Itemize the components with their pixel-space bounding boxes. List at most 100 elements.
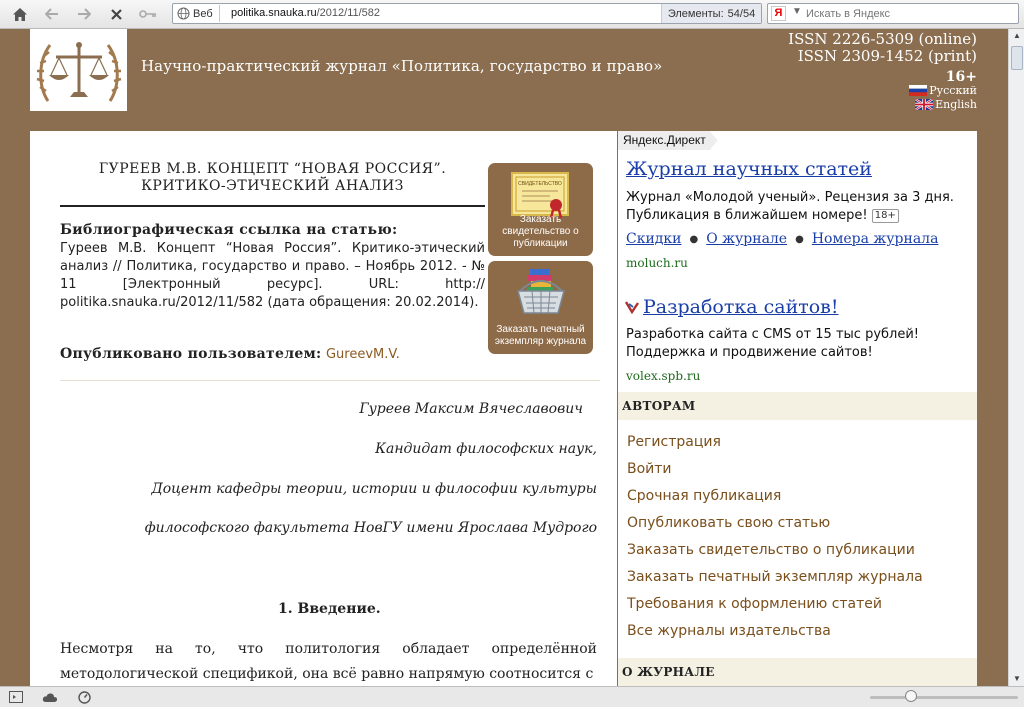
- ad-2-text: Разработка сайта с CMS от 15 тыс рублей!…: [626, 327, 920, 360]
- browser-status-bar: [0, 686, 1024, 707]
- home-icon: [13, 7, 27, 21]
- order-print-copy-label: Заказать печатный экземпляр журнала: [494, 324, 587, 347]
- ad-1-age-badge: 18+: [871, 208, 899, 223]
- chevron-down-icon[interactable]: ▼: [792, 6, 802, 17]
- scales-of-justice-icon: [36, 42, 121, 102]
- ad-favicon-icon: [624, 301, 639, 314]
- address-web-indicator[interactable]: Веб: [177, 5, 220, 22]
- title-divider: [60, 205, 485, 207]
- search-input[interactable]: [806, 5, 1011, 22]
- issn-block: ISSN 2226-5309 (online) ISSN 2309-1452 (…: [788, 31, 977, 65]
- ad-2-title-link[interactable]: Разработка сайтов!: [643, 296, 839, 318]
- author-degree: Кандидат философских наук,: [375, 441, 597, 457]
- introduction-paragraph: Несмотря на то, что политология обладает…: [60, 641, 597, 682]
- zoom-slider-track[interactable]: [870, 696, 1018, 699]
- menu-item-all-journals[interactable]: Все журналы издательства: [627, 623, 831, 639]
- authors-menu: Регистрация Войти Срочная публикация Опу…: [618, 420, 977, 658]
- scroll-up-arrow-icon[interactable]: ▲: [1009, 29, 1024, 43]
- published-by-user-link[interactable]: GureevM.V.: [326, 347, 400, 362]
- published-by-label: Опубликовано пользователем:: [60, 346, 322, 362]
- published-by: Опубликовано пользователем: GureevM.V.: [60, 346, 400, 362]
- ad-1-sitelinks: Скидки ● О журнале ● Номера журнала: [626, 231, 938, 247]
- ad-1-domain[interactable]: moluch.ru: [626, 256, 688, 270]
- vertical-scrollbar[interactable]: ▲ ▼: [1008, 29, 1024, 686]
- yandex-direct-ads: Яндекс.Директ Журнал научных статей Журн…: [618, 131, 977, 392]
- ad-1-text: Журнал «Молодой ученый». Рецензия за 3 д…: [626, 189, 966, 225]
- menu-item-order-print-copy[interactable]: Заказать печатный экземпляр журнала: [627, 569, 923, 585]
- back-arrow-icon: [45, 8, 58, 20]
- ad-1-sitelink-issues[interactable]: Номера журнала: [812, 231, 939, 247]
- elements-counter[interactable]: Элементы: 54/54: [661, 4, 761, 23]
- about-journal-section-header: О ЖУРНАЛЕ: [618, 658, 977, 686]
- url-text[interactable]: politika.snauka.ru/2012/11/582: [231, 7, 380, 19]
- order-certificate-button[interactable]: СВИДЕТЕЛЬСТВО Заказать свидетельство о п…: [488, 163, 593, 256]
- key-button[interactable]: [136, 3, 160, 25]
- address-bar[interactable]: Веб politika.snauka.ru/2012/11/582 Элеме…: [172, 3, 762, 24]
- site-logo[interactable]: [30, 29, 127, 111]
- ad-1-sitelink-discounts[interactable]: Скидки: [626, 231, 682, 247]
- shopping-basket-icon: [517, 269, 565, 314]
- menu-item-order-certificate[interactable]: Заказать свидетельство о публикации: [627, 542, 915, 558]
- key-icon: [139, 10, 156, 18]
- ad-2-domain[interactable]: volex.spb.ru: [626, 369, 700, 383]
- cloud-sync-button[interactable]: [42, 690, 58, 704]
- issn-online: ISSN 2226-5309 (online): [788, 30, 977, 48]
- author-name: Гуреев Максим Вячеславович: [359, 401, 583, 417]
- panel-toggle-button[interactable]: [8, 690, 24, 704]
- bullet-separator: ●: [795, 233, 804, 245]
- bibliography-label: Библиографическая ссылка на статью:: [60, 222, 398, 238]
- speed-dial-button[interactable]: [76, 690, 92, 704]
- yandex-search-box[interactable]: Я ▼: [767, 3, 1019, 24]
- site-title[interactable]: Научно-практический журнал «Политика, го…: [141, 57, 662, 75]
- authors-section-header: АВТОРАМ: [618, 392, 977, 420]
- menu-item-register[interactable]: Регистрация: [627, 434, 721, 450]
- author-faculty: философского факультета НовГУ имени Ярос…: [144, 520, 597, 536]
- forward-button[interactable]: [72, 3, 96, 25]
- forward-arrow-icon: [78, 8, 91, 20]
- scrollbar-thumb[interactable]: [1011, 46, 1023, 70]
- home-button[interactable]: [8, 3, 32, 25]
- ad-1-title-link[interactable]: Журнал научных статей: [626, 158, 872, 180]
- cloud-icon: [42, 692, 58, 702]
- ad-1-description: Журнал «Молодой ученый». Рецензия за 3 д…: [626, 190, 954, 223]
- order-print-copy-button[interactable]: Заказать печатный экземпляр журнала: [488, 261, 593, 354]
- address-web-label: Веб: [193, 7, 213, 20]
- bullet-separator: ●: [689, 233, 699, 245]
- author-position: Доцент кафедры теории, истории и философ…: [151, 481, 597, 497]
- menu-item-urgent-publication[interactable]: Срочная публикация: [627, 488, 781, 504]
- certificate-icon-text: СВИДЕТЕЛЬСТВО: [518, 181, 562, 187]
- ad-1-sitelink-about[interactable]: О журнале: [706, 231, 787, 247]
- panel-icon: [9, 691, 23, 703]
- menu-item-publish-article[interactable]: Опубликовать свою статью: [627, 515, 830, 531]
- scroll-down-arrow-icon[interactable]: ▼: [1009, 672, 1024, 686]
- back-button[interactable]: [40, 3, 64, 25]
- section-heading-introduction: 1. Введение.: [278, 601, 381, 617]
- language-english-link[interactable]: English: [915, 98, 977, 111]
- zoom-slider-handle[interactable]: [905, 690, 917, 702]
- browser-toolbar: Веб politika.snauka.ru/2012/11/582 Элеме…: [0, 0, 1024, 29]
- ad-2-title-row: Разработка сайтов!: [624, 296, 839, 318]
- menu-item-formatting-requirements[interactable]: Требования к оформлению статей: [627, 596, 882, 612]
- elements-label: Элементы:: [667, 7, 724, 20]
- order-certificate-label: Заказать свидетельство о публикации: [502, 214, 579, 249]
- elements-count: 54/54: [727, 7, 756, 20]
- russia-flag-icon: [909, 85, 928, 96]
- uk-flag-icon: [915, 99, 934, 110]
- article-content: ГУРЕЕВ М.В. КОНЦЕПТ “НОВАЯ РОССИЯ”. КРИТ…: [30, 131, 617, 686]
- language-english-label: English: [935, 98, 977, 111]
- certificate-icon: СВИДЕТЕЛЬСТВО: [511, 172, 569, 219]
- bibliography-text: Гуреев М.В. Концепт “Новая Россия”. Крит…: [60, 241, 485, 310]
- yandex-direct-label[interactable]: Яндекс.Директ: [618, 131, 718, 150]
- article-title: ГУРЕЕВ М.В. КОНЦЕПТ “НОВАЯ РОССИЯ”. КРИТ…: [60, 161, 485, 195]
- yandex-logo-icon[interactable]: Я: [771, 6, 786, 21]
- url-path: /2012/11/582: [316, 7, 381, 19]
- close-icon: [110, 8, 122, 20]
- stop-button[interactable]: [104, 3, 128, 25]
- content-divider: [60, 380, 600, 381]
- menu-item-login[interactable]: Войти: [627, 461, 672, 477]
- article-title-line-1: ГУРЕЕВ М.В. КОНЦЕПТ “НОВАЯ РОССИЯ”.: [98, 161, 447, 177]
- globe-icon: [177, 7, 190, 20]
- sidebar: Яндекс.Директ Журнал научных статей Журн…: [618, 131, 977, 686]
- url-host: politika.snauka.ru: [231, 7, 317, 19]
- language-russian-link[interactable]: Русский: [909, 84, 977, 97]
